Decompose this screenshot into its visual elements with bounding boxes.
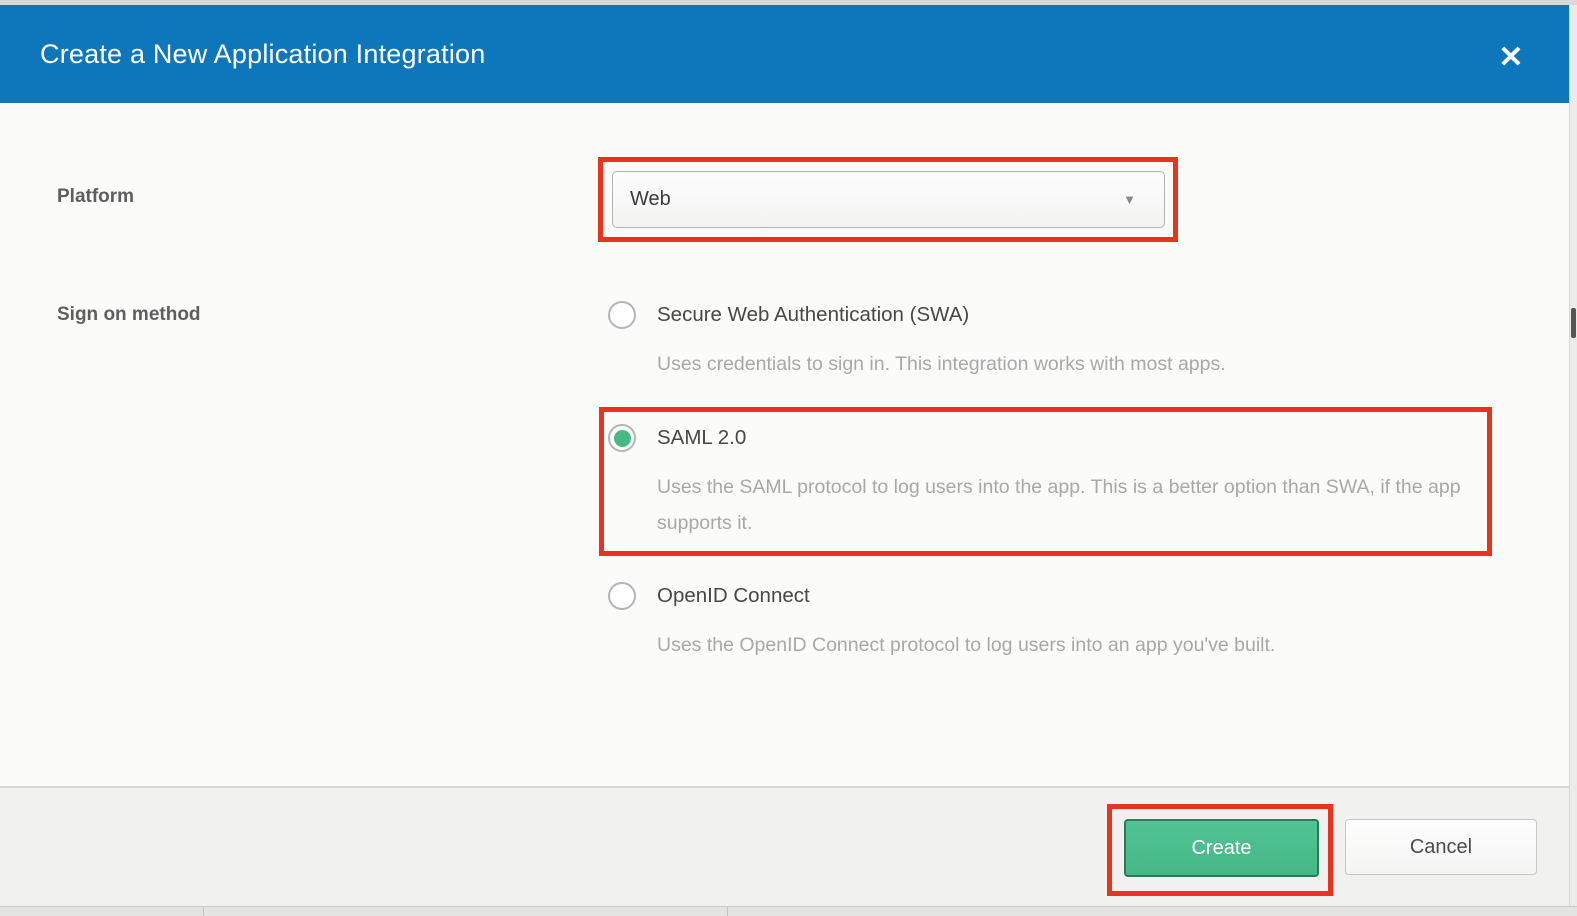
modal-footer <box>0 786 1569 906</box>
page-edge-bottom <box>0 906 1577 916</box>
close-icon[interactable]: ✕ <box>1492 39 1530 77</box>
option-oidc-description: Uses the OpenID Connect protocol to log … <box>657 627 1492 663</box>
option-swa-label[interactable]: Secure Web Authentication (SWA) <box>657 303 969 327</box>
scrollbar-thumb[interactable] <box>1571 308 1576 338</box>
chevron-down-icon: ▼ <box>1123 192 1136 207</box>
option-swa: Secure Web Authentication (SWA) Uses cre… <box>608 301 1508 382</box>
cancel-button[interactable]: Cancel <box>1345 819 1537 875</box>
option-saml-description: Uses the SAML protocol to log users into… <box>657 469 1492 541</box>
platform-label: Platform <box>57 186 134 208</box>
radio-saml[interactable] <box>608 424 636 452</box>
option-oidc-label[interactable]: OpenID Connect <box>657 584 810 608</box>
radio-swa[interactable] <box>608 301 636 329</box>
option-saml: SAML 2.0 Uses the SAML protocol to log u… <box>608 424 1508 541</box>
divider <box>727 907 728 916</box>
modal-header: Create a New Application Integration <box>0 5 1569 103</box>
platform-select-value: Web <box>630 188 671 211</box>
option-swa-description: Uses credentials to sign in. This integr… <box>657 346 1492 382</box>
create-button[interactable]: Create <box>1124 819 1319 877</box>
platform-select[interactable]: Web ▼ <box>612 171 1165 228</box>
option-oidc: OpenID Connect Uses the OpenID Connect p… <box>608 582 1508 663</box>
option-saml-label[interactable]: SAML 2.0 <box>657 426 746 450</box>
divider <box>203 907 204 916</box>
modal-screen: Create a New Application Integration ✕ P… <box>0 0 1577 916</box>
sign-on-method-label: Sign on method <box>57 304 201 326</box>
radio-oidc[interactable] <box>608 582 636 610</box>
scrollbar-track[interactable] <box>1569 5 1577 906</box>
modal-title: Create a New Application Integration <box>0 39 485 70</box>
